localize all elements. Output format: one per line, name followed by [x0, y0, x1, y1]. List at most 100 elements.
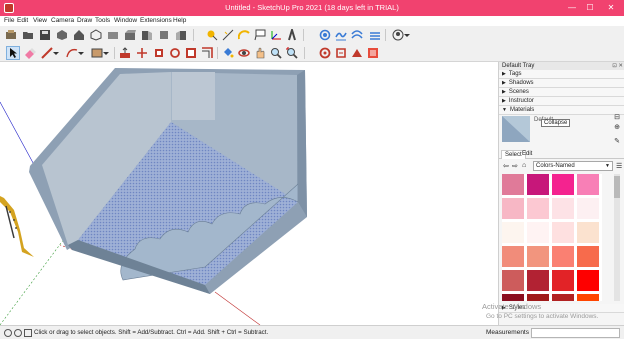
material-swatch[interactable]: [552, 270, 574, 291]
eraser-icon[interactable]: [23, 46, 37, 60]
create-material-icon[interactable]: ⊕: [613, 124, 621, 132]
offset-icon[interactable]: [200, 46, 214, 60]
zoom-extents-icon[interactable]: [285, 46, 299, 60]
collection-select[interactable]: Colors-Named ▼: [533, 161, 613, 171]
material-swatch[interactable]: [552, 294, 574, 301]
left-view-icon[interactable]: [174, 28, 188, 42]
model-scene[interactable]: [0, 62, 498, 325]
swatch-scrollbar-thumb[interactable]: [614, 176, 620, 198]
material-swatch[interactable]: [552, 246, 574, 267]
material-swatch[interactable]: [527, 222, 549, 243]
follow-me-icon[interactable]: [152, 46, 166, 60]
material-swatch[interactable]: [502, 270, 524, 291]
smoove-icon[interactable]: [350, 28, 364, 42]
menu-edit[interactable]: Edit: [17, 17, 28, 24]
axes-icon[interactable]: [269, 28, 283, 42]
material-swatch[interactable]: [577, 246, 599, 267]
paint-bucket-icon[interactable]: [221, 46, 235, 60]
measurements-input[interactable]: [531, 328, 620, 338]
text-tool-icon[interactable]: [253, 28, 267, 42]
shape-dropdown-icon[interactable]: [102, 46, 110, 60]
select-tool-icon[interactable]: [6, 46, 20, 60]
send-to-layout-icon[interactable]: [366, 46, 380, 60]
getting-started-icon[interactable]: [4, 28, 18, 42]
home-view-icon[interactable]: [72, 28, 86, 42]
share-model-icon[interactable]: [350, 46, 364, 60]
top-view-icon[interactable]: [106, 28, 120, 42]
menu-file[interactable]: File: [4, 17, 14, 24]
material-swatch[interactable]: [502, 294, 524, 301]
panel-shadows[interactable]: ▶ Shadows: [499, 79, 624, 88]
protractor-icon[interactable]: [237, 28, 251, 42]
sandbox-scratch-icon[interactable]: [334, 28, 348, 42]
right-view-icon[interactable]: [140, 28, 154, 42]
front-view-icon[interactable]: [123, 28, 137, 42]
scale-icon[interactable]: [184, 46, 198, 60]
menu-help[interactable]: Help: [173, 17, 186, 24]
panel-instructor[interactable]: ▶ Instructor: [499, 97, 624, 106]
model-viewport[interactable]: [0, 62, 498, 325]
home-icon[interactable]: ⌂: [522, 162, 526, 169]
tape-measure-icon[interactable]: [205, 28, 219, 42]
instructor-icon[interactable]: [24, 329, 32, 337]
credits-icon[interactable]: [14, 329, 22, 337]
maximize-button[interactable]: ☐: [584, 2, 596, 14]
zoom-icon[interactable]: [269, 46, 283, 60]
orbit-icon[interactable]: [237, 46, 251, 60]
3d-text-icon[interactable]: [285, 28, 299, 42]
material-swatch[interactable]: [552, 198, 574, 219]
push-pull-icon[interactable]: [118, 46, 132, 60]
material-swatch[interactable]: [527, 198, 549, 219]
line-dropdown-icon[interactable]: [52, 46, 60, 60]
open-folder-icon[interactable]: [21, 28, 35, 42]
rotate-icon[interactable]: [168, 46, 182, 60]
material-swatch[interactable]: [502, 198, 524, 219]
menu-tools[interactable]: Tools: [95, 17, 110, 24]
dimension-icon[interactable]: [221, 28, 235, 42]
move-tool-icon[interactable]: [135, 46, 149, 60]
menu-camera[interactable]: Camera: [51, 17, 74, 24]
geo-location-icon[interactable]: [4, 329, 12, 337]
panel-materials[interactable]: ▼ Materials: [499, 106, 624, 115]
material-swatch[interactable]: [502, 246, 524, 267]
sandbox-contours-icon[interactable]: [318, 28, 332, 42]
iso-view-icon[interactable]: [89, 28, 103, 42]
forward-icon[interactable]: ⇨: [512, 162, 518, 170]
material-swatch[interactable]: [527, 174, 549, 195]
material-swatch[interactable]: [502, 174, 524, 195]
arc-dropdown-icon[interactable]: [77, 46, 85, 60]
display-secondary-pane-icon[interactable]: ⊟: [613, 114, 621, 122]
pan-icon[interactable]: [253, 46, 267, 60]
user-account-dropdown-icon[interactable]: [403, 28, 411, 42]
panel-tags[interactable]: ▶ Tags: [499, 70, 624, 79]
sample-paint-icon[interactable]: ✎: [613, 138, 621, 146]
tray-pin-close-icon[interactable]: ⊡ ✕: [612, 62, 623, 70]
material-swatch[interactable]: [527, 246, 549, 267]
component-icon[interactable]: [55, 28, 69, 42]
material-swatch[interactable]: [577, 270, 599, 291]
stamp-icon[interactable]: [368, 28, 382, 42]
material-swatch[interactable]: [527, 294, 549, 301]
menu-window[interactable]: Window: [114, 17, 137, 24]
back-icon[interactable]: ⇦: [503, 162, 509, 170]
warehouse-icon[interactable]: [318, 46, 332, 60]
panel-scenes[interactable]: ▶ Scenes: [499, 88, 624, 97]
menu-view[interactable]: View: [33, 17, 47, 24]
back-view-icon[interactable]: [157, 28, 171, 42]
material-swatch[interactable]: [577, 222, 599, 243]
tab-edit[interactable]: Edit: [519, 150, 535, 159]
material-swatch[interactable]: [577, 174, 599, 195]
material-swatch[interactable]: [502, 222, 524, 243]
material-swatch[interactable]: [577, 198, 599, 219]
menu-extensions[interactable]: Extensions: [140, 17, 172, 24]
minimize-button[interactable]: —: [566, 2, 578, 14]
details-icon[interactable]: ☰: [616, 162, 622, 170]
close-button[interactable]: ✕: [605, 2, 617, 14]
menu-draw[interactable]: Draw: [77, 17, 92, 24]
material-swatch[interactable]: [552, 174, 574, 195]
material-swatch[interactable]: [552, 222, 574, 243]
material-preview[interactable]: [502, 116, 530, 142]
material-swatch[interactable]: [527, 270, 549, 291]
extension-warehouse-icon[interactable]: [334, 46, 348, 60]
material-swatch[interactable]: [577, 294, 599, 301]
